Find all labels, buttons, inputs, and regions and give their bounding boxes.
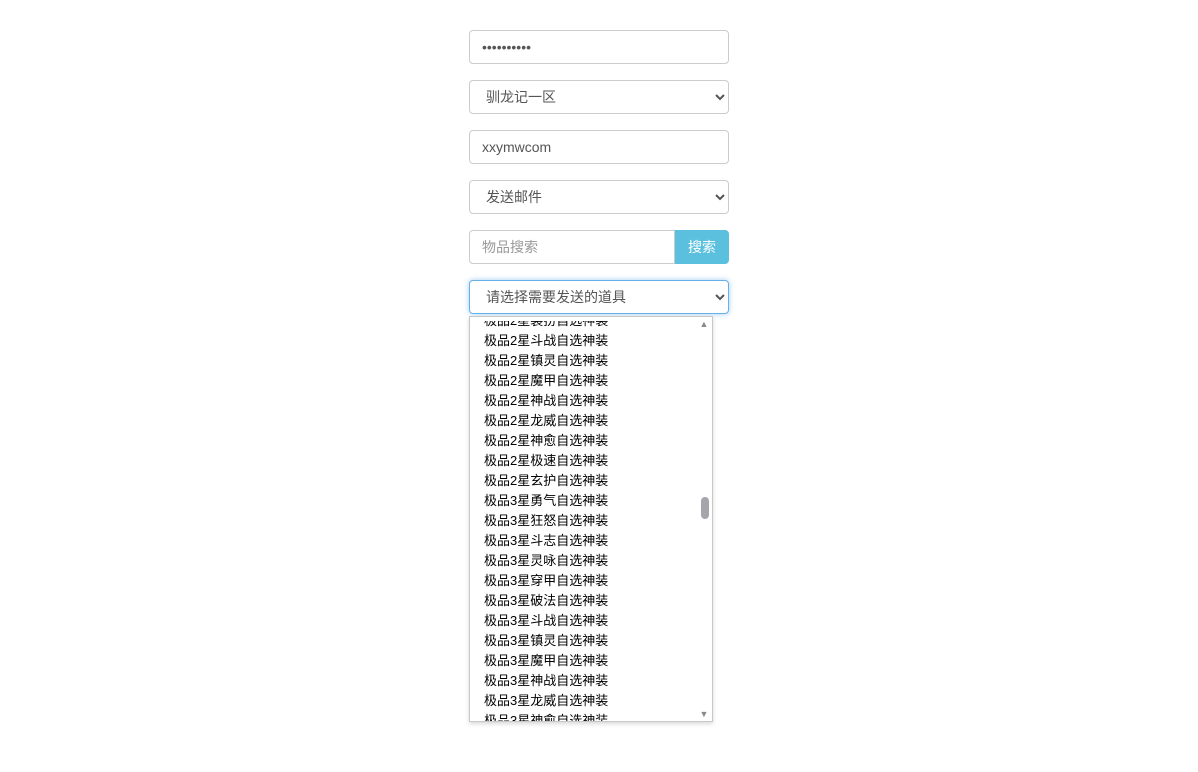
password-input[interactable] <box>469 30 729 64</box>
dropdown-option[interactable]: 极品3星神战自选神装 <box>470 671 712 691</box>
dropdown-option[interactable]: 极品2星斗战自选神装 <box>470 331 712 351</box>
dropdown-option[interactable]: 极品3星斗志自选神装 <box>470 531 712 551</box>
dropdown-option[interactable]: 极品3星魔甲自选神装 <box>470 651 712 671</box>
dropdown-option[interactable]: 极品3星龙威自选神装 <box>470 691 712 711</box>
dropdown-option[interactable]: 极品2星玄护自选神装 <box>470 471 712 491</box>
search-button[interactable]: 搜索 <box>675 230 729 264</box>
scrollbar-thumb[interactable] <box>701 497 709 519</box>
dropdown-option[interactable]: 极品3星穿甲自选神装 <box>470 571 712 591</box>
scroll-down-icon[interactable]: ▼ <box>698 709 710 719</box>
dropdown-option[interactable]: 极品3星镇灵自选神装 <box>470 631 712 651</box>
scroll-up-icon[interactable]: ▲ <box>698 319 710 329</box>
dropdown-option[interactable]: 极品2星神愈自选神装 <box>470 431 712 451</box>
dropdown-option[interactable]: 极品2星极速自选神装 <box>470 451 712 471</box>
dropdown-option[interactable]: 极品2星魔甲自选神装 <box>470 371 712 391</box>
dropdown-option[interactable]: 极品2星镇灵自选神装 <box>470 351 712 371</box>
server-select[interactable]: 驯龙记一区 <box>469 80 729 114</box>
dropdown-option[interactable]: 极品2星神战自选神装 <box>470 391 712 411</box>
dropdown-option[interactable]: 极品2星龙威自选神装 <box>470 411 712 431</box>
form-container: 驯龙记一区 发送邮件 搜索 请选择需要发送的道具 极品2星装扮自选神装极品2星斗… <box>469 30 729 314</box>
dropdown-option[interactable]: 极品2星装扮自选神装 <box>470 321 712 331</box>
dropdown-option[interactable]: 极品3星勇气自选神装 <box>470 491 712 511</box>
dropdown-option[interactable]: 极品3星狂怒自选神装 <box>470 511 712 531</box>
action-select[interactable]: 发送邮件 <box>469 180 729 214</box>
item-select[interactable]: 请选择需要发送的道具 <box>469 280 729 314</box>
item-select-dropdown: 极品2星装扮自选神装极品2星斗战自选神装极品2星镇灵自选神装极品2星魔甲自选神装… <box>469 316 713 722</box>
dropdown-option[interactable]: 极品3星灵咏自选神装 <box>470 551 712 571</box>
username-input[interactable] <box>469 130 729 164</box>
dropdown-option[interactable]: 极品3星斗战自选神装 <box>470 611 712 631</box>
scrollbar-track[interactable]: ▲ ▼ <box>698 319 710 719</box>
dropdown-option[interactable]: 极品3星神愈自选神装 <box>470 711 712 721</box>
dropdown-option[interactable]: 极品3星破法自选神装 <box>470 591 712 611</box>
item-search-input[interactable] <box>469 230 675 264</box>
